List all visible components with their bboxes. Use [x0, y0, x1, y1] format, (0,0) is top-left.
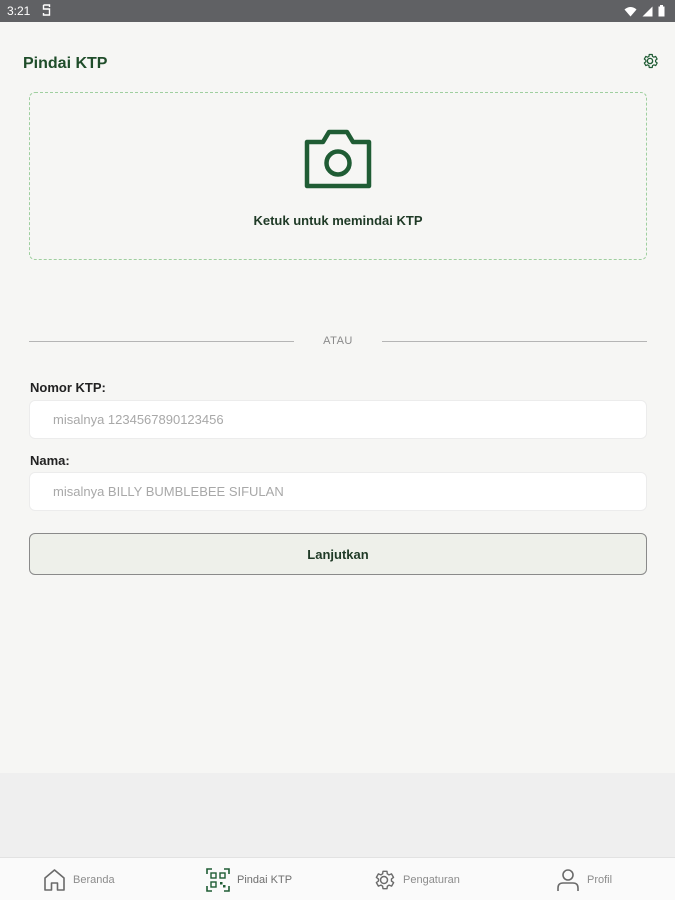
page-title: Pindai KTP: [23, 55, 108, 72]
status-bar: 3:21: [0, 0, 675, 22]
nav-label-profil: Profil: [587, 873, 613, 886]
person-icon: [556, 868, 580, 892]
notification-icon: [42, 3, 51, 19]
settings-button[interactable]: [640, 53, 660, 73]
or-text: ATAU: [323, 335, 353, 347]
scan-label: Ketuk untuk memindai KTP: [253, 213, 423, 228]
name-label: Nama:: [30, 453, 70, 468]
nav-label-beranda: Beranda: [73, 873, 115, 886]
ktp-number-input[interactable]: [29, 400, 647, 439]
nav-label-pindai-ktp: Pindai KTP: [237, 873, 293, 886]
home-icon: [43, 868, 66, 892]
ktp-number-label: Nomor KTP:: [30, 380, 106, 395]
name-input[interactable]: [29, 472, 647, 511]
divider-line-left: [29, 340, 294, 342]
nav-item-beranda[interactable]: Beranda: [43, 858, 115, 900]
battery-icon: [658, 5, 665, 17]
continue-button[interactable]: Lanjutkan: [29, 533, 647, 575]
wifi-icon: [624, 6, 637, 17]
nav-item-profil[interactable]: Profil: [556, 858, 612, 900]
status-time: 3:21: [7, 4, 31, 18]
camera-icon: [304, 128, 372, 195]
signal-icon: [642, 6, 653, 17]
bottom-spacer: [0, 773, 675, 857]
scan-ktp-area[interactable]: Ketuk untuk memindai KTP: [29, 92, 647, 260]
nav-item-pindai-ktp[interactable]: Pindai KTP: [206, 858, 292, 900]
bottom-navigation: Beranda Pindai KTP Pengaturan Profil: [0, 857, 675, 900]
gear-icon: [641, 52, 659, 75]
divider-line-right: [382, 340, 647, 342]
nav-item-pengaturan[interactable]: Pengaturan: [372, 858, 460, 900]
qr-scan-icon: [206, 867, 230, 892]
or-divider: ATAU: [29, 333, 647, 349]
gear-icon: [372, 868, 396, 892]
nav-label-pengaturan: Pengaturan: [403, 873, 460, 886]
